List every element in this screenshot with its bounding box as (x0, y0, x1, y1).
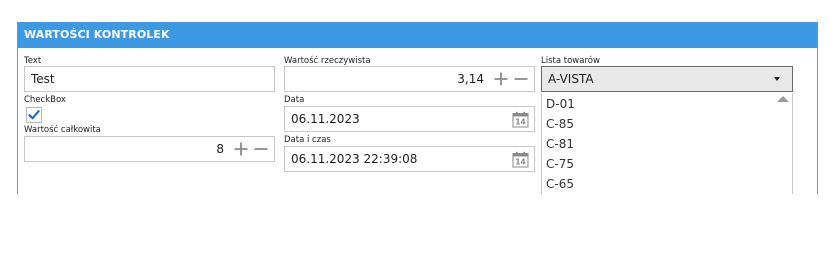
goods-list-label: Lista towarów (541, 56, 600, 66)
list-item[interactable]: C-75 (546, 157, 574, 171)
minus-icon (254, 148, 268, 150)
list-item[interactable]: C-85 (546, 117, 574, 131)
total-value-value: 8 (216, 142, 224, 156)
datetime-picker[interactable]: 06.11.2023 22:39:08 14 (284, 146, 535, 172)
date-picker[interactable]: 06.11.2023 14 (284, 106, 535, 132)
svg-text:14: 14 (515, 118, 525, 127)
text-input[interactable]: Test (24, 66, 275, 92)
decrement-button[interactable] (252, 140, 270, 158)
date-value: 06.11.2023 (291, 112, 360, 126)
svg-text:14: 14 (515, 158, 525, 167)
text-input-value: Test (31, 72, 55, 86)
goods-combobox[interactable]: A-VISTA (541, 66, 793, 92)
goods-dropdown-list[interactable]: D-01 C-85 C-81 C-75 C-65 (541, 93, 793, 194)
plus-icon (234, 142, 248, 156)
calendar-icon[interactable]: 14 (512, 111, 529, 128)
list-item[interactable]: D-01 (546, 97, 575, 111)
checkmark-icon (28, 110, 40, 120)
minus-icon (514, 78, 528, 80)
increment-button[interactable] (492, 70, 510, 88)
text-label: Text (24, 56, 42, 66)
total-value-controls: 8 (216, 137, 270, 161)
real-value-controls: 3,14 (457, 67, 530, 91)
total-value-label: Wartość całkowita (24, 125, 101, 135)
datetime-label: Data i czas (284, 135, 331, 145)
goods-selected-value: A-VISTA (548, 72, 594, 86)
panel-title: WARTOŚCI KONTROLEK (18, 22, 817, 48)
list-item[interactable]: C-65 (546, 177, 574, 191)
real-value-stepper[interactable]: 3,14 (284, 66, 535, 92)
checkbox[interactable] (26, 107, 42, 123)
checkbox-label: CheckBox (24, 95, 66, 105)
real-value-value: 3,14 (457, 72, 484, 86)
decrement-button[interactable] (512, 70, 530, 88)
chevron-down-icon[interactable] (774, 77, 780, 81)
increment-button[interactable] (232, 140, 250, 158)
calendar-icon[interactable]: 14 (512, 151, 529, 168)
real-value-label: Wartość rzeczywista (284, 56, 371, 66)
plus-icon (494, 72, 508, 86)
list-item[interactable]: C-81 (546, 137, 574, 151)
scroll-up-icon[interactable] (777, 96, 789, 102)
datetime-value: 06.11.2023 22:39:08 (291, 152, 418, 166)
date-label: Data (284, 95, 305, 105)
total-value-stepper[interactable]: 8 (24, 136, 275, 162)
controls-panel: WARTOŚCI KONTROLEK Text Test CheckBox Wa… (17, 22, 818, 194)
